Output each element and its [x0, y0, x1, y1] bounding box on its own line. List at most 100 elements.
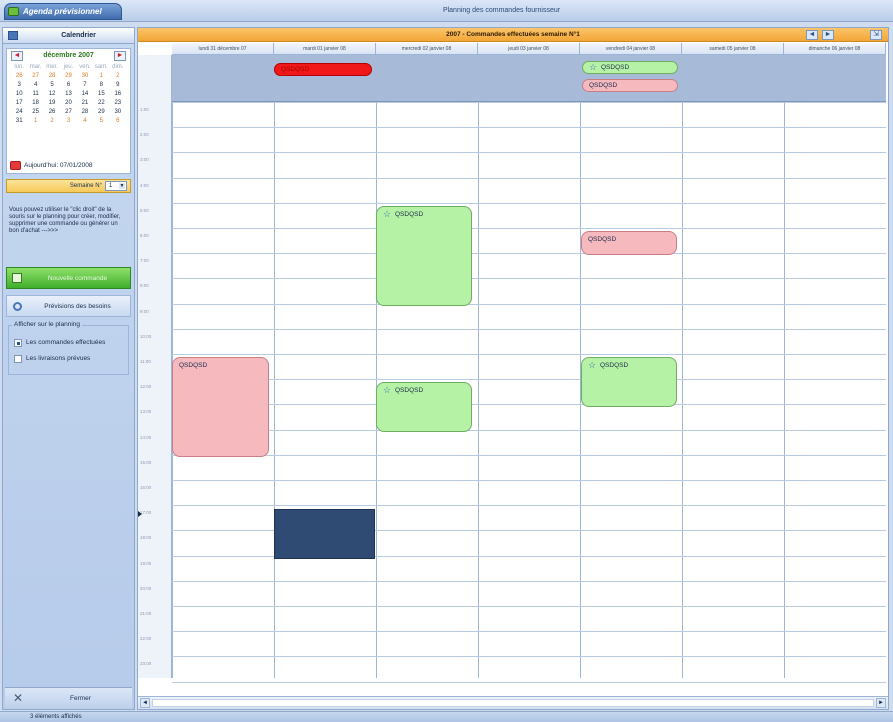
mini-calendar-day[interactable]: 3 [60, 117, 76, 126]
forecast-button[interactable]: Prévisions des besoins [6, 295, 131, 317]
mini-calendar-day[interactable]: 9 [110, 81, 126, 90]
mini-calendar-day-header: ven. [79, 64, 91, 70]
next-month-button[interactable]: ► [114, 51, 126, 61]
event-wed-1100[interactable]: ☆ QSDQSD [376, 382, 472, 432]
allday-event-green[interactable]: ☆ QSDQSD [582, 61, 678, 74]
scroll-thumb[interactable] [152, 699, 874, 707]
event-wed-1100-label: QSDQSD [395, 387, 424, 394]
allday-event-red[interactable]: QSDQSD [274, 63, 372, 76]
mini-calendar-day[interactable]: 26 [11, 72, 27, 81]
mini-calendar-day[interactable]: 1 [27, 117, 43, 126]
event-fri-1000[interactable]: ☆ QSDQSD [581, 357, 677, 407]
event-mon-1000[interactable]: QSDQSD [172, 357, 269, 457]
mini-calendar-day[interactable]: 21 [77, 99, 93, 108]
time-label: 2:00 [140, 132, 149, 137]
mini-calendar-day[interactable]: 23 [110, 99, 126, 108]
mini-calendar-day[interactable]: 18 [27, 99, 43, 108]
prev-week-button[interactable]: ◄ [806, 30, 818, 40]
today-link[interactable]: Aujourd'hui: 07/01/2008 [9, 160, 128, 171]
filter-orders-checkbox[interactable] [14, 339, 22, 347]
mini-calendar-day[interactable]: 8 [93, 81, 109, 90]
mini-calendar-day[interactable]: 26 [44, 108, 60, 117]
mini-calendar-day[interactable]: 11 [27, 90, 43, 99]
event-fri-0500[interactable]: QSDQSD [581, 231, 677, 255]
mini-calendar-day[interactable]: 3 [11, 81, 27, 90]
mini-calendar-day[interactable]: 28 [77, 108, 93, 117]
filter-group: Afficher sur le planning Les commandes e… [8, 321, 129, 375]
chevron-down-icon[interactable]: ▼ [119, 183, 125, 189]
filter-orders[interactable]: Les commandes effectuées [14, 338, 105, 348]
filter-deliveries-checkbox[interactable] [14, 355, 22, 363]
mini-calendar-day[interactable]: 2 [110, 72, 126, 81]
mini-calendar-day[interactable]: 1 [93, 72, 109, 81]
time-gutter: 1:00 2:00 3:00 4:00 5:00 6:00 7:00 8:00 9:00 10:0… [138, 102, 172, 678]
time-grid[interactable]: 1:00 2:00 3:00 4:00 5:00 6:00 7:00 8:00 9:00 10:0… [138, 102, 888, 683]
mini-calendar-day-header: jeu. [63, 64, 74, 70]
column-header[interactable]: vendredi 04 janvier 08 [580, 43, 682, 54]
mini-calendar-day[interactable]: 27 [27, 72, 43, 81]
mini-calendar-day[interactable]: 15 [93, 90, 109, 99]
new-order-button[interactable]: Nouvelle commande [6, 267, 131, 289]
mini-calendar-day[interactable]: 5 [93, 117, 109, 126]
mini-calendar-day[interactable]: 28 [44, 72, 60, 81]
mini-calendar: ◄ décembre 2007 ► lun. mar. mer. jeu. ven. sa… [6, 48, 131, 174]
time-label: 13:00 [140, 409, 152, 414]
hour-gridline [172, 253, 886, 254]
mini-calendar-day[interactable]: 4 [27, 81, 43, 90]
mini-calendar-day[interactable]: 27 [60, 108, 76, 117]
mini-calendar-day[interactable]: 7 [77, 81, 93, 90]
column-header[interactable]: mercredi 02 janvier 08 [376, 43, 478, 54]
close-button[interactable]: ✕ Fermer [5, 687, 132, 709]
mini-calendar-day[interactable]: 16 [110, 90, 126, 99]
column-header[interactable]: lundi 31 décembre 07 [172, 43, 274, 54]
allday-event-pink[interactable]: QSDQSD [582, 79, 678, 92]
mini-calendar-day[interactable]: 14 [77, 90, 93, 99]
hour-gridline [172, 278, 886, 279]
selected-slot[interactable] [274, 509, 375, 559]
column-header[interactable]: mardi 01 janvier 08 [274, 43, 376, 54]
mini-calendar-day[interactable]: 29 [60, 72, 76, 81]
mini-calendar-day[interactable]: 22 [93, 99, 109, 108]
mini-calendar-day[interactable]: 6 [60, 81, 76, 90]
mini-calendar-day[interactable]: 5 [44, 81, 60, 90]
scroll-left-button[interactable]: ◄ [140, 698, 150, 708]
time-label: 20:00 [140, 586, 152, 591]
time-label: 1:00 [140, 107, 149, 112]
mini-calendar-day[interactable]: 13 [60, 90, 76, 99]
mini-calendar-day[interactable]: 4 [77, 117, 93, 126]
mini-calendar-day[interactable]: 24 [11, 108, 27, 117]
column-header[interactable]: dimanche 06 janvier 08 [784, 43, 886, 54]
today-label: Aujourd'hui: 07/01/2008 [24, 162, 93, 169]
mini-calendar-day[interactable]: 29 [93, 108, 109, 117]
mini-calendar-day[interactable]: 19 [44, 99, 60, 108]
mini-calendar-day[interactable]: 17 [11, 99, 27, 108]
column-header[interactable]: samedi 05 janvier 08 [682, 43, 784, 54]
mini-calendar-day[interactable]: 30 [77, 72, 93, 81]
time-label: 15:00 [140, 460, 152, 465]
prev-month-button[interactable]: ◄ [11, 51, 23, 61]
mini-calendar-day[interactable]: 31 [11, 117, 27, 126]
event-wed-0400[interactable]: ☆ QSDQSD [376, 206, 472, 306]
close-icon: ✕ [13, 691, 24, 705]
mini-calendar-day[interactable]: 2 [44, 117, 60, 126]
forecast-label: Prévisions des besoins [44, 303, 111, 310]
help-text: Vous pouvez utiliser le "clic droit" de … [9, 207, 121, 234]
app-tab[interactable]: Agenda prévisionnel [4, 3, 122, 20]
horizontal-scrollbar[interactable]: ◄ ► [138, 696, 888, 709]
mini-calendar-nav: ◄ décembre 2007 ► [7, 49, 130, 63]
title-bar: Agenda prévisionnel Planning des command… [0, 0, 893, 22]
mini-calendar-day[interactable]: 25 [27, 108, 43, 117]
goto-today-button[interactable]: ⇲ [870, 30, 882, 40]
hour-gridline [172, 430, 886, 431]
mini-calendar-day[interactable]: 6 [110, 117, 126, 126]
mini-calendar-day[interactable]: 30 [110, 108, 126, 117]
week-number-select[interactable]: 1 ▼ [105, 181, 127, 191]
scroll-right-button[interactable]: ► [876, 698, 886, 708]
column-header[interactable]: jeudi 03 janvier 08 [478, 43, 580, 54]
mini-calendar-day[interactable]: 10 [11, 90, 27, 99]
hour-gridline [172, 127, 886, 128]
next-week-button[interactable]: ► [822, 30, 834, 40]
mini-calendar-day[interactable]: 20 [60, 99, 76, 108]
filter-deliveries[interactable]: Les livraisons prévues [14, 354, 90, 364]
mini-calendar-day[interactable]: 12 [44, 90, 60, 99]
